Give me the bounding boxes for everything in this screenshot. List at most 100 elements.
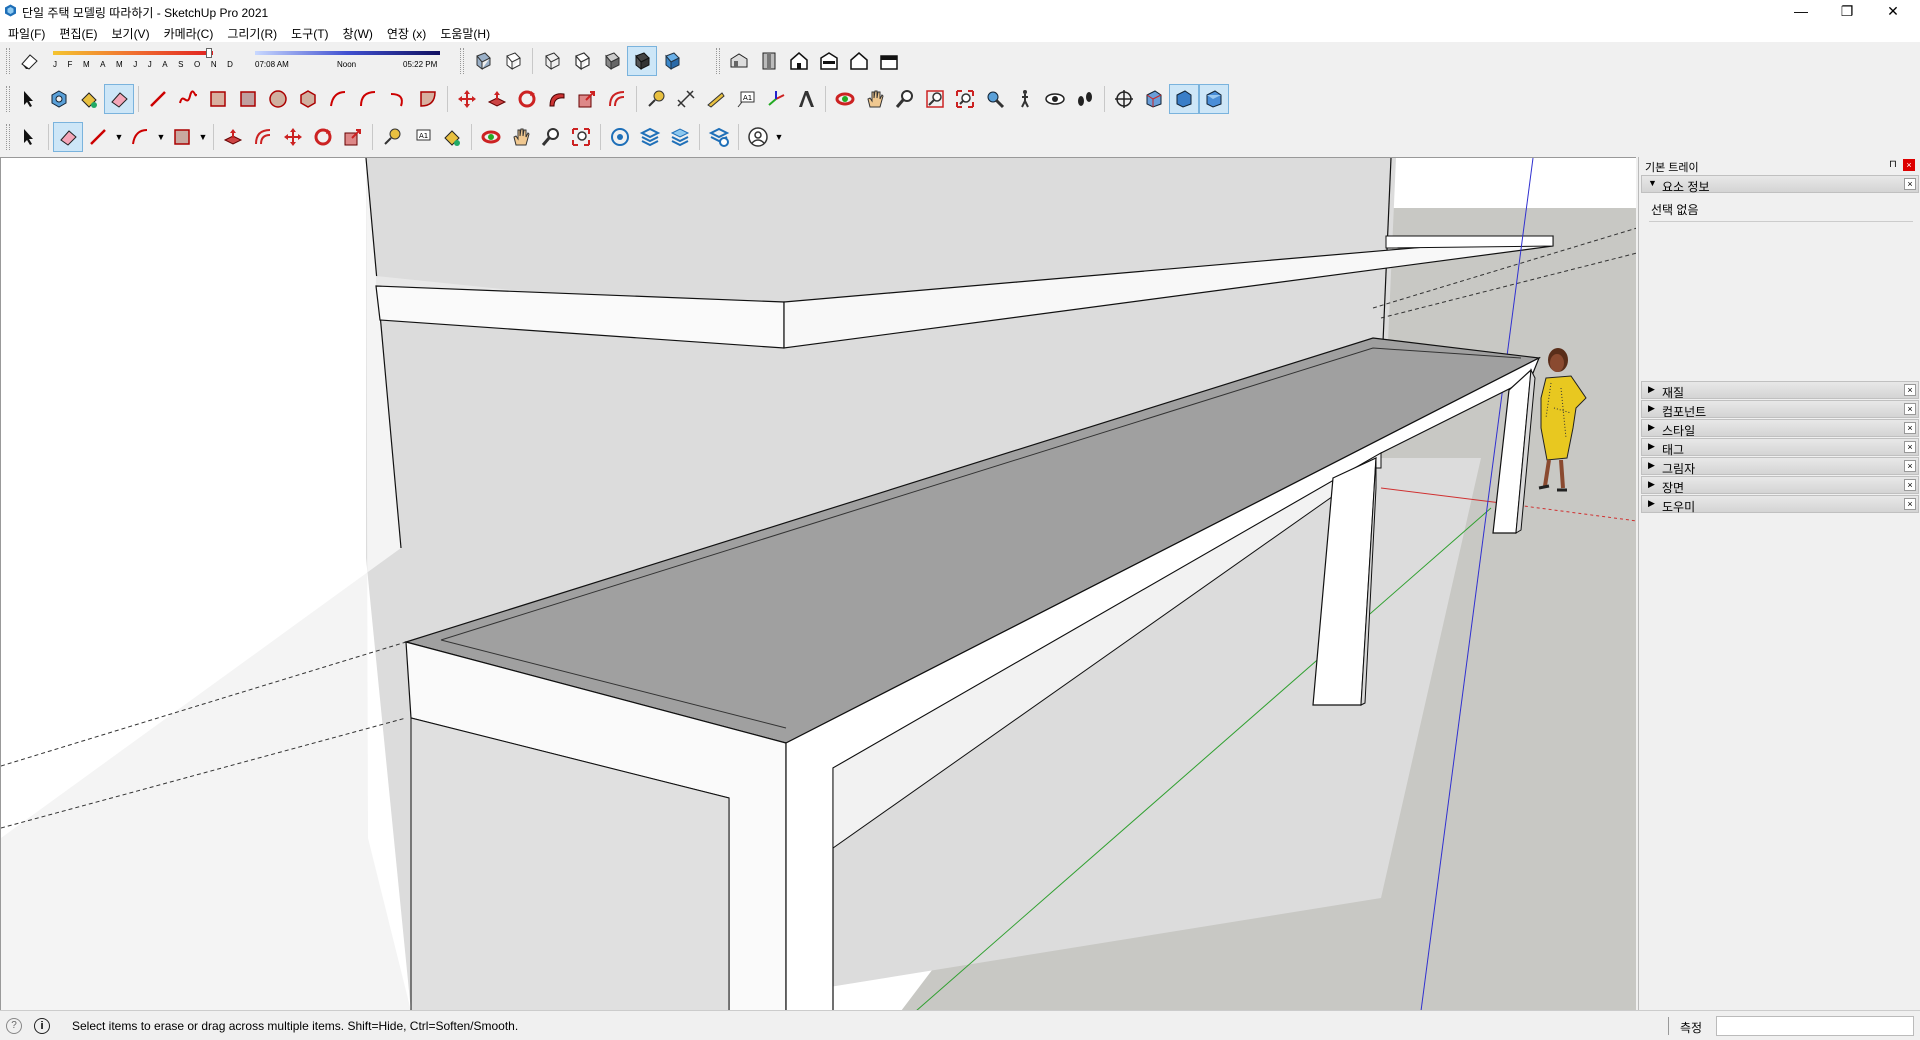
arc-tool[interactable] xyxy=(125,122,155,152)
make-component-tool[interactable] xyxy=(44,84,74,114)
chevron-down-icon[interactable]: ▼ xyxy=(773,122,785,152)
toolbar-grip[interactable] xyxy=(716,48,720,74)
time-slider[interactable] xyxy=(255,51,440,55)
line-tool[interactable] xyxy=(83,122,113,152)
menu-file[interactable]: 파일(F) xyxy=(2,22,53,42)
orbit-tool[interactable] xyxy=(476,122,506,152)
rotate-tool[interactable] xyxy=(512,84,542,114)
panel-tags[interactable]: ▶ 태그 × xyxy=(1641,438,1919,457)
offset-tool[interactable] xyxy=(248,122,278,152)
panel-close-button[interactable]: × xyxy=(1904,403,1916,415)
tape-measure-tool[interactable] xyxy=(641,84,671,114)
rotated-rectangle-tool[interactable] xyxy=(233,84,263,114)
shadow-settings-button[interactable] xyxy=(14,46,44,76)
panel-close-button[interactable]: × xyxy=(1904,441,1916,453)
menu-view[interactable]: 보기(V) xyxy=(105,22,157,42)
toolbar-grip[interactable] xyxy=(6,48,10,74)
display-section-planes-tool[interactable] xyxy=(1139,84,1169,114)
shaded-textures-button[interactable] xyxy=(627,46,657,76)
shaded-button[interactable] xyxy=(597,46,627,76)
dimension-tool[interactable] xyxy=(671,84,701,114)
tray-close-button[interactable]: × xyxy=(1903,159,1915,171)
chevron-down-icon[interactable]: ▼ xyxy=(197,122,209,152)
pan-tool[interactable] xyxy=(506,122,536,152)
zoom-window-tool[interactable] xyxy=(920,84,950,114)
menu-extensions[interactable]: 연장 (x) xyxy=(381,22,434,42)
move-tool[interactable] xyxy=(278,122,308,152)
push-pull-tool[interactable] xyxy=(218,122,248,152)
select-tool[interactable] xyxy=(14,122,44,152)
paint-bucket-tool[interactable] xyxy=(437,122,467,152)
panel-shadows[interactable]: ▶ 그림자 × xyxy=(1641,457,1919,476)
arc-tool[interactable] xyxy=(323,84,353,114)
menu-edit[interactable]: 편집(E) xyxy=(53,22,105,42)
panel-entity-info[interactable]: ▼ 요소 정보 × xyxy=(1641,175,1919,194)
maximize-button[interactable]: ❐ xyxy=(1824,0,1870,22)
3d-text-tool[interactable] xyxy=(791,84,821,114)
three-point-arc-tool[interactable] xyxy=(383,84,413,114)
panel-materials[interactable]: ▶ 재질 × xyxy=(1641,381,1919,400)
minimize-button[interactable]: — xyxy=(1778,0,1824,22)
panel-close-button[interactable]: × xyxy=(1904,460,1916,472)
select-tool[interactable] xyxy=(14,84,44,114)
panel-scenes[interactable]: ▶ 장면 × xyxy=(1641,476,1919,495)
walk-tool[interactable] xyxy=(1010,84,1040,114)
zoom-extents-tool[interactable] xyxy=(950,84,980,114)
panel-close-button[interactable]: × xyxy=(1904,498,1916,510)
extension-warehouse-button[interactable] xyxy=(635,122,665,152)
pie-tool[interactable] xyxy=(413,84,443,114)
iso-view-button[interactable] xyxy=(724,46,754,76)
pan-tool[interactable] xyxy=(860,84,890,114)
pin-icon[interactable]: ⊓ xyxy=(1889,159,1897,170)
front-view-button[interactable] xyxy=(784,46,814,76)
axes-tool[interactable] xyxy=(761,84,791,114)
panel-close-button[interactable]: × xyxy=(1904,178,1916,190)
polygon-tool[interactable] xyxy=(293,84,323,114)
back-edges-button[interactable] xyxy=(498,46,528,76)
hidden-line-button[interactable] xyxy=(567,46,597,76)
3d-warehouse-button[interactable] xyxy=(605,122,635,152)
zoom-extents-tool[interactable] xyxy=(566,122,596,152)
display-section-fill-tool[interactable] xyxy=(1199,84,1229,114)
text-tool[interactable]: A1 xyxy=(731,84,761,114)
layout-button[interactable] xyxy=(665,122,695,152)
right-view-button[interactable] xyxy=(814,46,844,76)
two-point-arc-tool[interactable] xyxy=(353,84,383,114)
protractor-tool[interactable] xyxy=(701,84,731,114)
month-slider-thumb[interactable] xyxy=(206,48,212,58)
close-button[interactable]: ✕ xyxy=(1870,0,1916,22)
back-view-button[interactable] xyxy=(844,46,874,76)
scale-tool[interactable] xyxy=(572,84,602,114)
rectangle-tool[interactable] xyxy=(203,84,233,114)
footprints-tool[interactable] xyxy=(1070,84,1100,114)
panel-close-button[interactable]: × xyxy=(1904,422,1916,434)
info-icon[interactable]: i xyxy=(34,1018,50,1034)
follow-me-tool[interactable] xyxy=(542,84,572,114)
menu-window[interactable]: 창(W) xyxy=(337,22,381,42)
zoom-tool[interactable] xyxy=(536,122,566,152)
rotate-tool[interactable] xyxy=(308,122,338,152)
menu-help[interactable]: 도움말(H) xyxy=(434,22,498,42)
push-pull-tool[interactable] xyxy=(482,84,512,114)
look-around-tool[interactable] xyxy=(1040,84,1070,114)
monochrome-button[interactable] xyxy=(657,46,687,76)
tape-measure-tool[interactable] xyxy=(377,122,407,152)
circle-tool[interactable] xyxy=(263,84,293,114)
left-view-button[interactable] xyxy=(874,46,904,76)
line-tool[interactable] xyxy=(143,84,173,114)
toolbar-grip[interactable] xyxy=(6,86,10,112)
panel-styles[interactable]: ▶ 스타일 × xyxy=(1641,419,1919,438)
menu-camera[interactable]: 카메라(C) xyxy=(158,22,222,42)
top-view-button[interactable] xyxy=(754,46,784,76)
menu-tools[interactable]: 도구(T) xyxy=(285,22,336,42)
orbit-tool[interactable] xyxy=(830,84,860,114)
month-slider[interactable] xyxy=(53,51,213,55)
freehand-tool[interactable] xyxy=(173,84,203,114)
eraser-tool[interactable] xyxy=(104,84,134,114)
zoom-tool[interactable] xyxy=(890,84,920,114)
text-tool[interactable]: A1 xyxy=(407,122,437,152)
offset-tool[interactable] xyxy=(602,84,632,114)
panel-close-button[interactable]: × xyxy=(1904,479,1916,491)
position-camera-tool[interactable] xyxy=(980,84,1010,114)
wireframe-button[interactable] xyxy=(537,46,567,76)
